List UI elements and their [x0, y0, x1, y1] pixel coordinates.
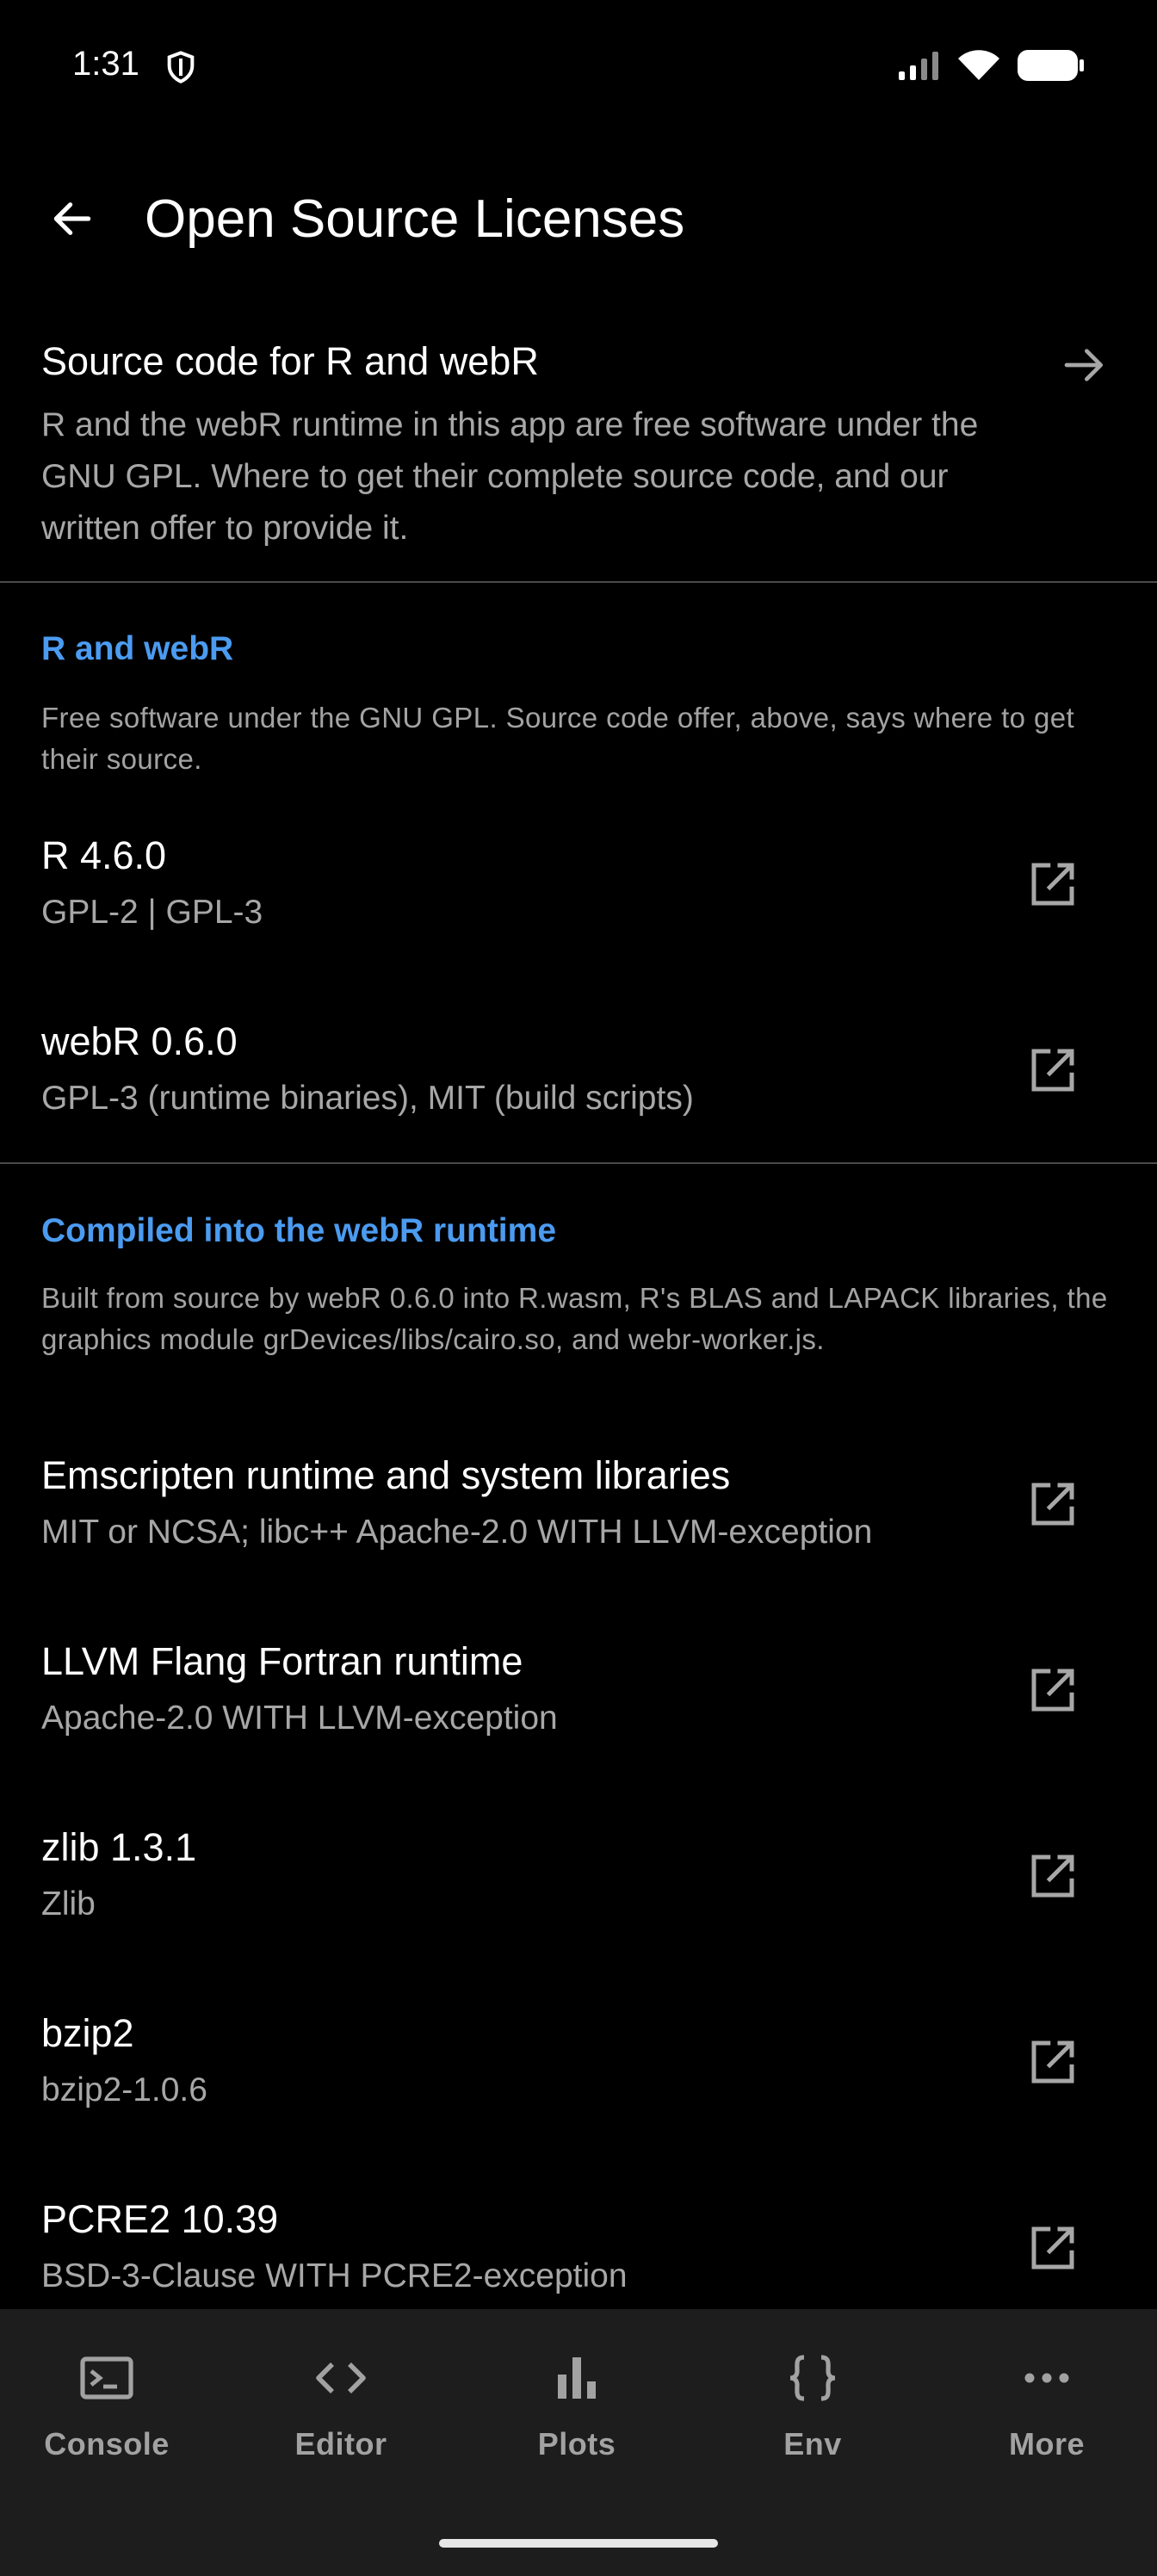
- divider: [0, 581, 1157, 583]
- section-header-compiled-runtime: Compiled into the webR runtime: [41, 1212, 557, 1249]
- signal-icon: [897, 51, 942, 84]
- license-name: zlib 1.3.1: [41, 1825, 197, 1869]
- open-in-new-icon: [1024, 1848, 1081, 1904]
- nav-item-editor[interactable]: Editor: [246, 2350, 436, 2471]
- bar-chart-icon: [542, 2350, 611, 2406]
- license-type: bzip2-1.0.6: [41, 2071, 207, 2108]
- code-icon: [306, 2350, 375, 2406]
- open-in-new-icon: [1024, 1042, 1081, 1099]
- divider: [0, 1162, 1157, 1164]
- license-name: webR 0.6.0: [41, 1019, 238, 1063]
- license-name: bzip2: [41, 2011, 134, 2055]
- license-item-r[interactable]: R 4.6.0 GPL-2 | GPL-3: [0, 833, 1157, 1006]
- license-name: Emscripten runtime and system libraries: [41, 1453, 731, 1497]
- open-in-new-icon: [1024, 1476, 1081, 1533]
- license-type: Zlib: [41, 1886, 96, 1923]
- nav-label: More: [1008, 2426, 1085, 2461]
- license-type: BSD-3-Clause WITH PCRE2-exception: [41, 2257, 628, 2294]
- bottom-navigation: Console Editor Plots Env More: [0, 2309, 1157, 2576]
- section-header-r-and-webr: R and webR: [41, 630, 234, 667]
- wifi-icon: [957, 49, 1000, 86]
- arrow-forward-icon: [1061, 341, 1109, 389]
- nav-label: Editor: [294, 2426, 387, 2461]
- license-name: R 4.6.0: [41, 833, 167, 877]
- nav-item-plots[interactable]: Plots: [482, 2350, 671, 2471]
- app-bar: Open Source Licenses: [0, 164, 1157, 276]
- back-button[interactable]: [34, 183, 110, 258]
- open-in-new-icon: [1024, 856, 1081, 913]
- license-item-webr[interactable]: webR 0.6.0 GPL-3 (runtime binaries), MIT…: [0, 1019, 1157, 1192]
- nav-item-console[interactable]: Console: [12, 2350, 201, 2471]
- section-description: Free software under the GNU GPL. Source …: [41, 702, 1075, 775]
- license-type: GPL-3 (runtime binaries), MIT (build scr…: [41, 1080, 694, 1117]
- nav-label: Console: [44, 2426, 170, 2461]
- console-icon: [72, 2350, 141, 2406]
- battery-icon: [1016, 48, 1085, 87]
- license-name: LLVM Flang Fortran runtime: [41, 1639, 523, 1683]
- nav-item-env[interactable]: Env: [718, 2350, 907, 2471]
- open-in-new-icon: [1024, 2220, 1081, 2276]
- more-horiz-icon: [1012, 2350, 1081, 2406]
- license-item-bzip2[interactable]: bzip2 bzip2-1.0.6: [0, 2011, 1157, 2183]
- license-name: PCRE2 10.39: [41, 2197, 279, 2241]
- status-bar: 1:31: [0, 0, 1157, 138]
- open-in-new-icon: [1024, 1662, 1081, 1718]
- license-item-llvm-flang[interactable]: LLVM Flang Fortran runtime Apache-2.0 WI…: [0, 1639, 1157, 1811]
- page-title: Open Source Licenses: [145, 189, 685, 249]
- shield-icon: [164, 50, 198, 84]
- license-type: MIT or NCSA; libc++ Apache-2.0 WITH LLVM…: [41, 1514, 873, 1551]
- status-time: 1:31: [72, 45, 139, 83]
- nav-label: Env: [783, 2426, 842, 2461]
- open-in-new-icon: [1024, 2034, 1081, 2090]
- license-item-emscripten[interactable]: Emscripten runtime and system libraries …: [0, 1453, 1157, 1625]
- nav-label: Plots: [537, 2426, 616, 2461]
- license-type: GPL-2 | GPL-3: [41, 894, 263, 931]
- source-code-description: R and the webR runtime in this app are f…: [41, 406, 979, 547]
- status-icons: [897, 48, 1085, 87]
- section-description: Built from source by webR 0.6.0 into R.w…: [41, 1282, 1108, 1355]
- nav-item-more[interactable]: More: [952, 2350, 1142, 2471]
- source-code-title: Source code for R and webR: [41, 339, 539, 383]
- home-indicator[interactable]: [439, 2539, 718, 2548]
- source-code-offer-item[interactable]: Source code for R and webR R and the web…: [0, 327, 1157, 582]
- license-item-zlib[interactable]: zlib 1.3.1 Zlib: [0, 1825, 1157, 1997]
- license-type: Apache-2.0 WITH LLVM-exception: [41, 1700, 558, 1737]
- braces-icon: [778, 2350, 847, 2406]
- arrow-back-icon: [48, 195, 96, 247]
